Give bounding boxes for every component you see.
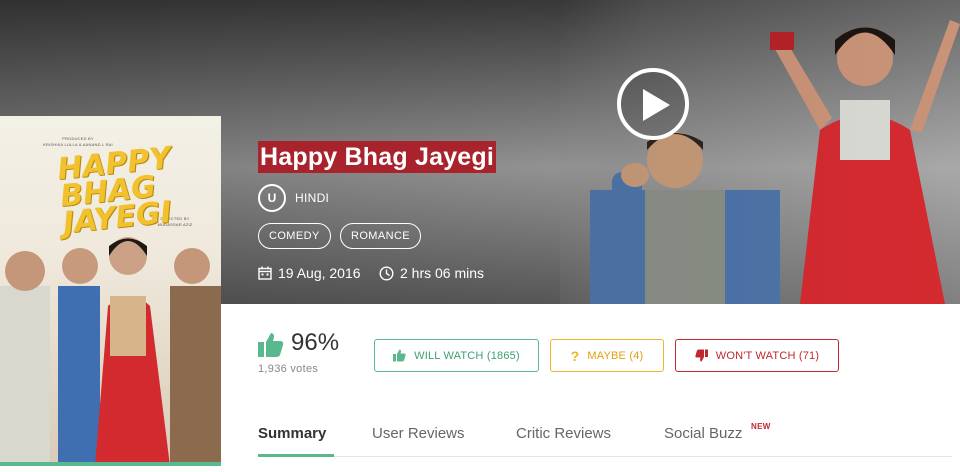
poster-cast-artwork [0, 237, 221, 466]
tab-social-buzz[interactable]: Social Buzz [664, 425, 742, 442]
tab-critic-reviews[interactable]: Critic Reviews [516, 425, 611, 442]
tabs-divider [258, 456, 952, 457]
maybe-label: MAYBE (4) [587, 349, 644, 362]
clock-icon [379, 265, 394, 281]
wont-watch-button[interactable]: WON'T WATCH (71) [675, 339, 839, 372]
language-label: HINDI [295, 191, 330, 205]
tab-user-reviews[interactable]: User Reviews [372, 425, 465, 442]
thumbs-up-icon [258, 333, 284, 357]
play-icon [643, 89, 670, 121]
poster-title: HAPPY BHAG JAYEGI [56, 141, 184, 241]
release-date-text: 19 Aug, 2016 [278, 265, 361, 281]
poster-credit-produced: PRODUCED BY [62, 136, 94, 141]
maybe-button[interactable]: ? MAYBE (4) [550, 339, 664, 372]
will-watch-button[interactable]: WILL WATCH (1865) [374, 339, 539, 372]
will-watch-label: WILL WATCH (1865) [414, 349, 520, 362]
play-trailer-button[interactable] [617, 68, 689, 140]
poster-accent-bar [0, 462, 221, 466]
new-badge: NEW [751, 422, 771, 431]
wont-watch-label: WON'T WATCH (71) [715, 349, 820, 362]
thumbs-up-icon [393, 349, 406, 362]
release-date: 19 Aug, 2016 [258, 265, 361, 281]
active-tab-indicator [258, 454, 334, 457]
thumbs-down-icon [695, 349, 708, 362]
genre-tag-romance[interactable]: ROMANCE [340, 223, 422, 249]
vote-count: 1,936 votes [258, 363, 319, 375]
tab-summary[interactable]: Summary [258, 425, 326, 442]
rating-percentage: 96% [291, 329, 340, 356]
duration: 2 hrs 06 mins [379, 265, 484, 281]
calendar-icon [258, 266, 272, 280]
duration-text: 2 hrs 06 mins [400, 265, 485, 281]
question-mark-icon: ? [570, 347, 580, 364]
genre-tag-comedy[interactable]: COMEDY [258, 223, 331, 249]
certificate-badge: U [258, 184, 286, 212]
movie-title: Happy Bhag Jayegi [258, 141, 497, 173]
movie-poster: PRODUCED BY KRISHIKA LULLA & AANAND L RA… [0, 116, 221, 466]
